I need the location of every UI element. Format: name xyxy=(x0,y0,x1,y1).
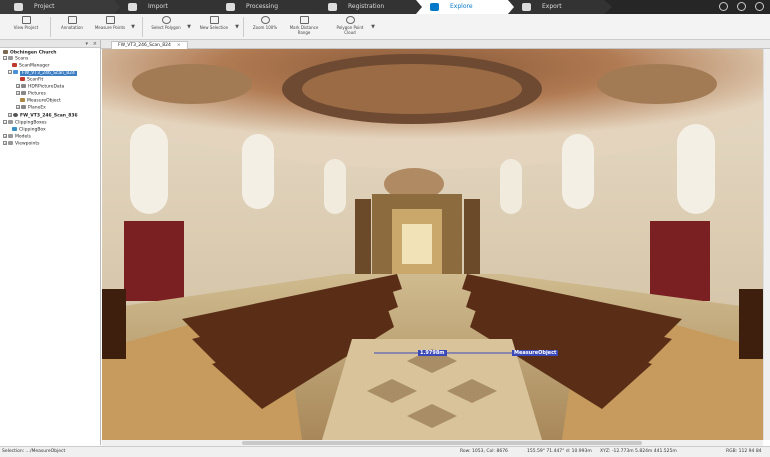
registration-icon xyxy=(328,3,337,11)
explore-icon xyxy=(430,3,439,11)
close-icon[interactable]: × xyxy=(177,43,181,48)
tree-item[interactable]: − Scans xyxy=(3,56,28,63)
measure-object-icon xyxy=(20,98,25,102)
expand-toggle-icon[interactable]: + xyxy=(3,141,7,145)
status-selection: Selection: .../MeasureObject xyxy=(2,449,66,454)
plane-icon xyxy=(21,105,26,109)
ribbon-separator xyxy=(50,17,51,37)
view-tab-scan-824[interactable]: FW_VT3_246_Scan_824 × xyxy=(111,41,188,49)
ribbon-toolbar: View Project Annotation Measure Points ▼ … xyxy=(0,14,770,40)
folder-icon xyxy=(8,141,13,145)
new-selection-button[interactable]: New Selection ▼ xyxy=(198,16,239,30)
view-tab-bar: FW_VT3_246_Scan_824 × xyxy=(101,40,770,49)
question-icon[interactable] xyxy=(755,2,764,11)
tree-item[interactable]: MeasureObject xyxy=(20,98,61,105)
status-rgb: RGB: 112 94 84 xyxy=(726,449,762,454)
import-icon xyxy=(128,3,137,11)
panorama-viewport[interactable]: 1.9798m MeasureObject xyxy=(102,49,763,440)
folder-icon xyxy=(8,56,13,60)
folder-icon xyxy=(8,120,13,124)
point-cloud-icon xyxy=(345,16,355,24)
annotation-icon xyxy=(67,16,77,24)
church-panorama xyxy=(102,49,763,440)
panel-header: ▾ × xyxy=(0,40,100,48)
tree-item[interactable]: ScanManager xyxy=(12,63,50,70)
selection-icon xyxy=(209,16,219,24)
tab-import[interactable]: Import xyxy=(114,0,220,14)
distance-label[interactable]: 1.9798m xyxy=(418,350,447,356)
clipping-box-icon xyxy=(12,127,17,131)
project-icon xyxy=(3,50,8,54)
expand-toggle-icon[interactable]: − xyxy=(3,56,7,60)
mark-distance-range-button[interactable]: Mark Distance Range xyxy=(286,16,322,35)
distance-icon xyxy=(299,16,309,24)
polygon-point-cloud-button[interactable]: Polygon Point Cloud ▼ xyxy=(334,16,375,35)
expand-toggle-icon[interactable]: + xyxy=(3,134,7,138)
project-tree-panel: ▾ × Obchingen Church − Scans ScanManager … xyxy=(0,40,101,445)
measure-object-label[interactable]: MeasureObject xyxy=(512,350,559,356)
status-xyz: XYZ: -12.773m 5.824m 441.525m xyxy=(600,449,677,454)
tree-item[interactable]: + PlaneEx xyxy=(16,105,46,112)
tree-item[interactable]: ScanFit xyxy=(20,77,43,84)
export-icon xyxy=(522,3,531,11)
scanfit-icon xyxy=(20,77,25,81)
select-polygon-button[interactable]: Select Polygon ▼ xyxy=(150,16,191,30)
tab-processing[interactable]: Processing xyxy=(212,0,322,14)
expand-toggle-icon[interactable]: + xyxy=(8,113,12,117)
chevron-down-icon[interactable]: ▼ xyxy=(235,25,239,30)
window-icons xyxy=(719,2,764,11)
hdr-picture-icon xyxy=(21,84,26,88)
measure-points-button[interactable]: Measure Points ▼ xyxy=(94,16,135,30)
expand-toggle-icon[interactable]: − xyxy=(8,70,12,74)
tab-explore[interactable]: Explore xyxy=(416,0,516,14)
tree-item[interactable]: + FW_VT3_246_Scan_836 xyxy=(8,113,78,120)
expand-toggle-icon[interactable]: + xyxy=(16,84,20,88)
polygon-icon xyxy=(161,16,171,24)
status-row-col: Row: 1053, Col: 8676 xyxy=(460,449,508,454)
folder-icon xyxy=(14,3,23,11)
zoom-100-button[interactable]: Zoom 100% xyxy=(251,16,279,30)
tab-export[interactable]: Export xyxy=(508,0,612,14)
ruler-icon xyxy=(105,16,115,24)
tree-item[interactable]: − FW_VT3_246_Scan_824 xyxy=(8,70,77,77)
tree-item[interactable]: + HDRPictureData xyxy=(16,84,64,91)
panel-menu-icon[interactable]: ▾ xyxy=(85,40,88,48)
scan-icon xyxy=(13,70,18,74)
tab-project[interactable]: Project xyxy=(0,0,122,14)
pictures-icon xyxy=(21,91,26,95)
scan-manager-icon xyxy=(12,63,17,67)
tree-item[interactable]: + Pictures xyxy=(16,91,46,98)
close-icon[interactable]: × xyxy=(93,40,97,48)
tab-registration[interactable]: Registration xyxy=(314,0,424,14)
chevron-down-icon[interactable]: ▼ xyxy=(371,25,375,30)
chevron-down-icon[interactable]: ▼ xyxy=(187,25,191,30)
processing-icon xyxy=(226,3,235,11)
help-circle-icon[interactable] xyxy=(719,2,728,11)
tab-bar: Project Import Processing Registration E… xyxy=(0,0,770,14)
ribbon-separator xyxy=(243,17,244,37)
expand-toggle-icon[interactable]: − xyxy=(3,120,7,124)
chevron-down-icon[interactable]: ▼ xyxy=(131,25,135,30)
expand-toggle-icon[interactable]: + xyxy=(16,91,20,95)
view-project-button[interactable]: View Project xyxy=(12,16,40,30)
gear-icon[interactable] xyxy=(737,2,746,11)
folder-icon xyxy=(8,134,13,138)
status-angles: 155.59° 71.447° d: 10.993m xyxy=(527,449,592,454)
cube-icon xyxy=(21,16,31,24)
status-bar: Selection: .../MeasureObject Row: 1053, … xyxy=(0,446,770,457)
tree-item[interactable]: + Models xyxy=(3,134,31,141)
scan-icon xyxy=(13,113,18,117)
expand-toggle-icon[interactable]: + xyxy=(16,105,20,109)
ribbon-separator xyxy=(142,17,143,37)
scrollbar-thumb[interactable] xyxy=(242,441,642,445)
tree-item[interactable]: ClippingBox xyxy=(12,127,46,134)
zoom-icon xyxy=(260,16,270,24)
annotation-button[interactable]: Annotation xyxy=(58,16,86,30)
vertical-scrollbar[interactable] xyxy=(763,49,770,440)
tree-item[interactable]: + Viewpoints xyxy=(3,141,40,148)
tree-item[interactable]: − ClippingBoxes xyxy=(3,120,47,127)
